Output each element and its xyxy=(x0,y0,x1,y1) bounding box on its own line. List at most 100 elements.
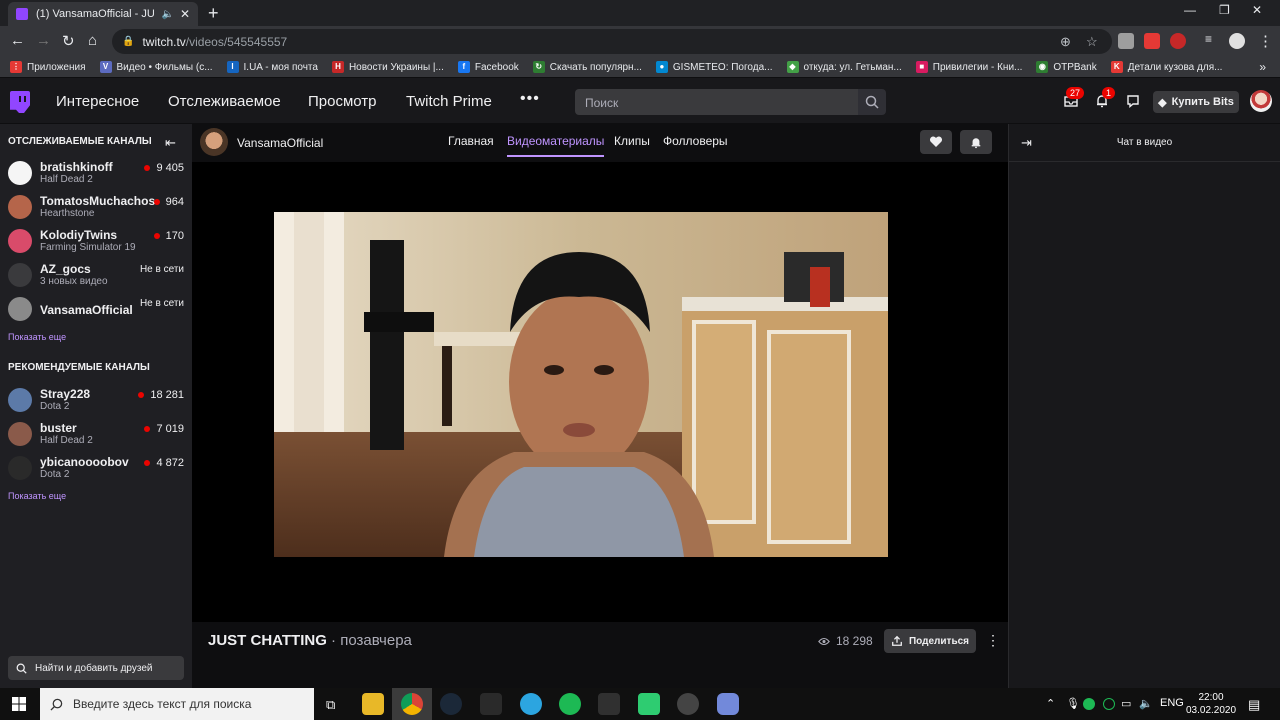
tab-clips[interactable]: Клипы xyxy=(614,134,650,148)
more-options-icon[interactable]: ⋮ xyxy=(986,632,1000,649)
sidebar-channel-buster[interactable]: buster Half Dead 2 7 019 xyxy=(8,419,188,451)
channel-name: ybicanoooobov xyxy=(40,455,129,469)
bits-diamond-icon: ◆ xyxy=(1158,96,1167,109)
telegram-icon[interactable] xyxy=(520,693,542,715)
whispers-icon[interactable] xyxy=(1126,94,1140,113)
nav-following[interactable]: Отслеживаемое xyxy=(168,93,281,110)
taskbar-search-input[interactable]: Введите здесь текст для поиска xyxy=(40,688,314,720)
address-bar[interactable]: 🔒 twitch.tv/videos/545545557 ⊕ ☆ xyxy=(112,29,1112,54)
profile-icon[interactable] xyxy=(1229,33,1245,49)
sidebar-channel-vansamaofficial[interactable]: VansamaOfficial Не в сети xyxy=(8,294,188,326)
extension-icon[interactable] xyxy=(1170,33,1186,49)
viewer-count: 4 872 xyxy=(144,457,184,469)
nav-directory[interactable]: Просмотр xyxy=(308,93,377,110)
language-indicator[interactable]: ENG xyxy=(1160,697,1184,709)
task-view-icon[interactable]: ⧉ xyxy=(326,697,335,713)
extension-icon[interactable] xyxy=(1144,33,1160,49)
sidebar-channel-az_gocs[interactable]: AZ_gocs 3 новых видео Не в сети xyxy=(8,260,188,292)
bookmark-item[interactable]: ⋮ Приложения xyxy=(10,61,86,73)
user-avatar[interactable] xyxy=(1250,90,1272,112)
microphone-icon[interactable]: 🎙 xyxy=(1066,697,1080,710)
channel-name: KolodiyTwins xyxy=(40,228,118,242)
sidebar-channel-kolodiytwins[interactable]: KolodiyTwins Farming Simulator 19 170 xyxy=(8,226,188,258)
steam-icon[interactable] xyxy=(440,693,462,715)
epic-games-icon[interactable] xyxy=(480,693,502,715)
follow-button[interactable] xyxy=(920,130,952,154)
chat-header: ⇥ Чат в видео xyxy=(1009,124,1280,162)
bookmark-item[interactable]: ■ Привилегии - Кни... xyxy=(915,61,1022,73)
bookmark-item[interactable]: f Facebook xyxy=(457,61,519,73)
tab-home[interactable]: Главная xyxy=(448,134,494,148)
discord-icon[interactable] xyxy=(717,693,739,715)
windows-taskbar: Введите здесь текст для поиска ⧉ ⌃ 🎙 ▭ 🔈… xyxy=(0,688,1280,720)
file-explorer-icon[interactable] xyxy=(362,693,384,715)
video-player[interactable] xyxy=(192,162,1008,622)
app-icon[interactable] xyxy=(638,693,660,715)
app-icon[interactable] xyxy=(598,693,620,715)
translate-icon[interactable]: ⊕ xyxy=(1060,34,1071,50)
network-icon[interactable]: ▭ xyxy=(1121,697,1131,710)
spotify-tray-icon[interactable] xyxy=(1083,698,1095,710)
tray-expand-icon[interactable]: ⌃ xyxy=(1046,697,1055,710)
bookmark-item[interactable]: ◆ откуда: ул. Гетьман... xyxy=(786,61,902,73)
forward-icon[interactable]: → xyxy=(36,32,51,49)
bookmarks-overflow-icon[interactable]: » xyxy=(1259,60,1266,74)
spotify-icon[interactable] xyxy=(559,693,581,715)
minimize-icon[interactable]: — xyxy=(1184,3,1196,17)
bookmark-item[interactable]: ↻ Скачать популярн... xyxy=(532,61,642,73)
close-window-icon[interactable]: ✕ xyxy=(1252,3,1262,17)
twitch-logo-icon[interactable] xyxy=(10,91,30,113)
windows-start-icon[interactable] xyxy=(12,697,26,716)
collapse-sidebar-icon[interactable]: ⇤ xyxy=(165,135,176,151)
viewer-count-value: 18 281 xyxy=(150,389,184,401)
bookmark-item[interactable]: I I.UA - моя почта xyxy=(226,61,318,73)
sidebar-channel-tomatosmuchachos[interactable]: TomatosMuchachos Hearthstone 964 xyxy=(8,192,188,224)
find-friends-input[interactable]: Найти и добавить друзей xyxy=(8,656,184,680)
bookmark-item[interactable]: V Видео • Фильмы (с... xyxy=(99,61,213,73)
taskbar-clock[interactable]: 22:00 03.02.2020 xyxy=(1186,691,1236,717)
bookmark-item[interactable]: ● GISMETEO: Погода... xyxy=(655,61,773,73)
nav-twitch-prime[interactable]: Twitch Prime xyxy=(406,93,492,110)
home-icon[interactable]: ⌂ xyxy=(88,32,97,49)
nav-browse[interactable]: Интересное xyxy=(56,93,139,110)
bookmark-item[interactable]: Н Новости Украины |... xyxy=(331,61,444,73)
browser-tab[interactable]: (1) VansamaOfficial - JUST CH 🔈 ✕ xyxy=(8,2,198,26)
tab-videos[interactable]: Видеоматериалы xyxy=(507,134,605,157)
search-input[interactable]: Поиск xyxy=(575,89,858,115)
share-button[interactable]: Поделиться xyxy=(884,629,976,653)
sidebar-channel-ybicanoooobov[interactable]: ybicanoooobov Dota 2 4 872 xyxy=(8,453,188,485)
get-bits-button[interactable]: ◆ Купить Bits xyxy=(1153,91,1239,113)
channel-avatar xyxy=(8,456,32,480)
video-frame[interactable] xyxy=(274,212,888,557)
view-count: 18 298 xyxy=(818,634,873,648)
notifications-toggle-button[interactable] xyxy=(960,130,992,154)
more-icon[interactable]: ••• xyxy=(520,90,540,108)
video-category[interactable]: JUST CHATTING xyxy=(208,632,327,649)
show-more-followed-link[interactable]: Показать еще xyxy=(8,332,66,342)
search-button[interactable] xyxy=(858,89,886,115)
sidebar-channel-stray228[interactable]: Stray228 Dota 2 18 281 xyxy=(8,385,188,417)
reload-icon[interactable]: ↻ xyxy=(62,32,75,50)
chrome-icon[interactable] xyxy=(401,693,423,715)
bookmark-star-icon[interactable]: ☆ xyxy=(1086,34,1098,50)
tray-app-icon[interactable] xyxy=(1103,698,1115,710)
show-more-recommended-link[interactable]: Показать еще xyxy=(8,491,66,501)
menu-icon[interactable]: ⋮ xyxy=(1258,32,1273,50)
media-control-icon[interactable]: ≡ xyxy=(1205,32,1212,46)
new-tab-button[interactable]: + xyxy=(208,4,219,22)
channel-avatar[interactable] xyxy=(200,128,228,156)
app-icon[interactable] xyxy=(677,693,699,715)
bookmark-favicon-icon: I xyxy=(226,61,239,73)
maximize-icon[interactable]: ❐ xyxy=(1219,3,1230,17)
action-center-icon[interactable]: ▤ xyxy=(1248,697,1260,713)
sidebar-channel-bratishkinoff[interactable]: bratishkinoff Half Dead 2 9 405 xyxy=(8,158,188,190)
extension-icon[interactable] xyxy=(1118,33,1134,49)
volume-icon[interactable]: 🔈 xyxy=(1139,697,1153,710)
channel-name[interactable]: VansamaOfficial xyxy=(237,136,323,150)
speaker-icon[interactable]: 🔈 xyxy=(161,9,173,20)
back-icon[interactable]: ← xyxy=(10,32,25,49)
bookmark-item[interactable]: K Детали кузова для... xyxy=(1110,61,1222,73)
bookmark-item[interactable]: ◉ OTPBank xyxy=(1036,61,1097,73)
tab-followers[interactable]: Фолловеры xyxy=(663,134,728,148)
close-tab-icon[interactable]: ✕ xyxy=(180,7,190,21)
